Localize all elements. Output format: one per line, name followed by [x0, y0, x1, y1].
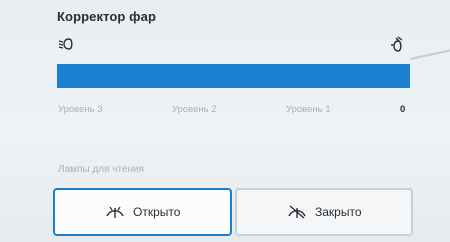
lamp-closed-icon	[288, 205, 306, 219]
reading-lamps-closed-button[interactable]: Закрыто	[234, 188, 413, 236]
headlight-level-slider[interactable]	[57, 64, 410, 88]
lamp-open-icon	[106, 206, 124, 218]
level-1-label: Уровень 1	[286, 104, 331, 115]
reading-lamps-closed-label: Закрыто	[314, 205, 362, 219]
reading-lamps-title: Лампы для чтения	[58, 164, 145, 175]
headlight-level-fill	[57, 64, 410, 88]
headlight-corrector-title: Корректор фар	[57, 9, 157, 24]
reading-lamps-open-label: Открыто	[133, 205, 181, 219]
headlight-high-icon	[391, 36, 403, 52]
reading-lamps-toggle-group: Открыто Закрыто	[53, 188, 413, 236]
level-0-label: 0	[400, 104, 406, 115]
level-labels: Уровень 3 Уровень 2 Уровень 1 0	[0, 104, 450, 120]
reading-lamps-open-button[interactable]: Открыто	[53, 188, 232, 236]
decorative-line	[409, 48, 450, 60]
level-3-label: Уровень 3	[58, 104, 103, 115]
headlight-low-icon	[58, 38, 73, 50]
headlight-settings-panel: Корректор фар Уровень 3 Уровень 2 Уровен…	[0, 0, 450, 242]
level-2-label: Уровень 2	[172, 104, 217, 115]
